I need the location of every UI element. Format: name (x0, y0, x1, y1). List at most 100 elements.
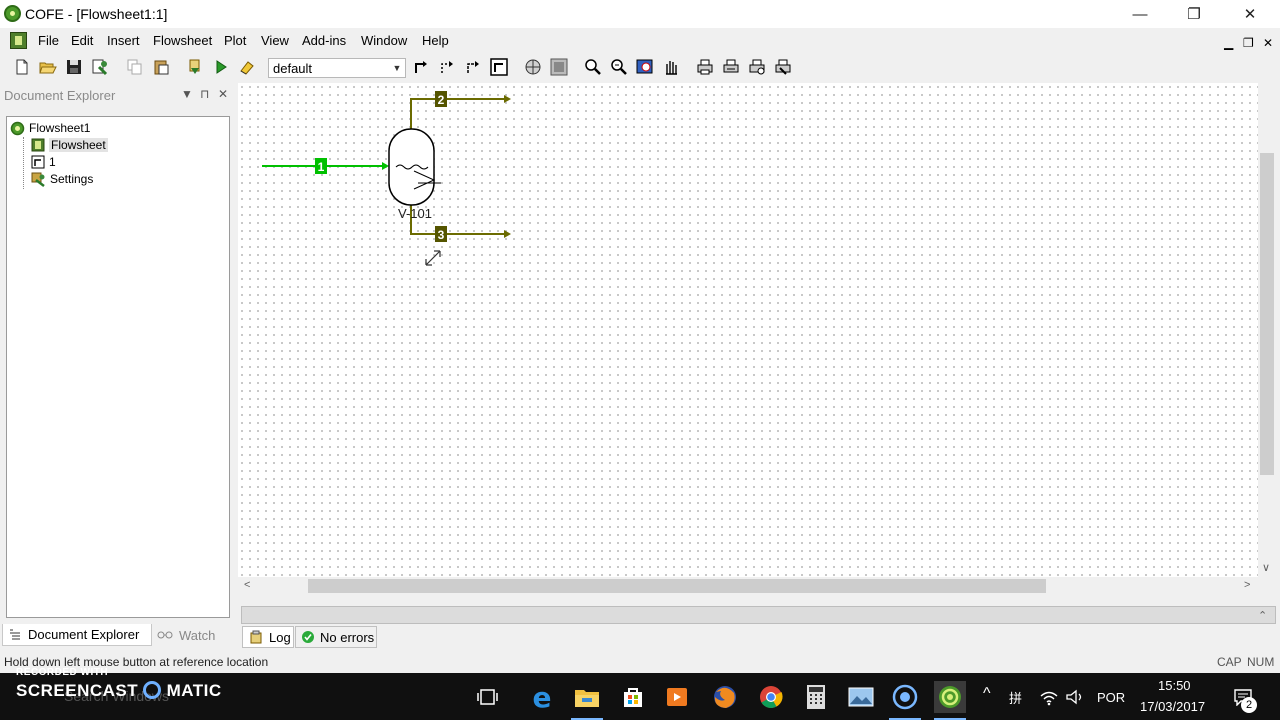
vapor-stream-2[interactable]: 2 (410, 91, 511, 129)
clear-icon[interactable] (237, 57, 257, 77)
energy-stream-icon[interactable] (437, 57, 457, 77)
info-stream-icon[interactable] (463, 57, 483, 77)
validate-icon[interactable] (185, 57, 205, 77)
flash-drum-v101[interactable]: V-101 (388, 128, 441, 221)
menu-view[interactable]: View (261, 33, 289, 48)
stream-doc-icon (31, 155, 45, 169)
media-player-icon[interactable] (661, 681, 693, 713)
minimize-button[interactable]: — (1117, 0, 1163, 28)
photos-icon[interactable] (845, 681, 877, 713)
menu-file[interactable]: File (38, 33, 59, 48)
flowsheet-root-icon (10, 121, 25, 135)
tree-label-stream-1: 1 (49, 155, 56, 169)
zoom-page-icon[interactable] (583, 57, 603, 77)
stream-label-3: 3 (438, 228, 445, 242)
explorer-close-icon[interactable]: ✕ (218, 87, 228, 101)
document-icon[interactable] (10, 32, 27, 49)
flowsheet-drawing: 1 2 3 V-101 (262, 91, 511, 266)
tab-label-log: Log (269, 629, 291, 645)
unit-system-select[interactable]: default ▼ (268, 58, 406, 78)
firefox-icon[interactable] (709, 681, 741, 713)
mdi-restore-button[interactable]: ❐ (1243, 36, 1254, 50)
explorer-menu-icon[interactable]: ▼ (181, 87, 193, 101)
tree-item-flowsheet1[interactable]: Flowsheet1 (10, 120, 90, 136)
notification-badge: 2 (1241, 697, 1257, 713)
stream-icon[interactable] (411, 57, 431, 77)
tab-document-explorer[interactable]: Document Explorer (2, 624, 152, 646)
tree-item-settings[interactable]: Settings (31, 171, 93, 187)
file-explorer-icon[interactable] (571, 681, 603, 720)
zoom-window-icon[interactable] (635, 57, 655, 77)
screencast-watermark-word2: MATIC (166, 681, 222, 700)
menu-flowsheet[interactable]: Flowsheet (153, 33, 212, 48)
new-icon[interactable] (12, 57, 32, 77)
tree-label-flowsheet: Flowsheet (49, 138, 108, 152)
pin-icon[interactable]: ⊓ (200, 87, 209, 101)
print-icon[interactable] (695, 57, 715, 77)
tab-no-errors[interactable]: No errors (295, 626, 377, 648)
edge-icon[interactable]: e (526, 681, 558, 713)
print-setup-icon[interactable] (721, 57, 741, 77)
menu-window[interactable]: Window (361, 33, 407, 48)
cofe-taskbar-icon[interactable] (934, 681, 966, 720)
tab-watch[interactable]: Watch (155, 624, 230, 646)
task-view-icon[interactable] (471, 681, 503, 713)
volume-icon[interactable] (1065, 689, 1085, 705)
screencast-app-icon[interactable] (889, 681, 921, 720)
horizontal-scroll-thumb[interactable] (308, 579, 1046, 593)
export-icon[interactable] (773, 57, 793, 77)
scroll-right-icon[interactable]: > (1244, 579, 1250, 591)
vertical-scroll-thumb[interactable] (1260, 153, 1274, 475)
scroll-left-icon[interactable]: < (244, 579, 250, 591)
close-button[interactable]: ✕ (1227, 0, 1273, 28)
scroll-down-icon[interactable]: ∨ (1262, 561, 1270, 574)
menu-plot[interactable]: Plot (224, 33, 246, 48)
tab-log[interactable]: Log (242, 626, 294, 648)
pan-icon[interactable] (661, 57, 681, 77)
open-icon[interactable] (38, 57, 58, 77)
clock-date[interactable]: 17/03/2017 (1140, 699, 1205, 714)
status-bar: Hold down left mouse button at reference… (0, 652, 1280, 673)
tree-view-icon (10, 629, 20, 639)
tree-item-stream-1[interactable]: 1 (31, 154, 56, 170)
cofe-app-icon[interactable] (4, 5, 21, 22)
print-preview-icon[interactable] (747, 57, 767, 77)
store-icon[interactable] (617, 681, 649, 713)
mdi-close-button[interactable]: ✕ (1263, 36, 1273, 50)
feed-stream-1[interactable]: 1 (262, 158, 389, 174)
paste-icon[interactable] (151, 57, 171, 77)
panel-collapse-icon[interactable]: ⌃ (1258, 609, 1267, 622)
run-icon[interactable] (211, 57, 231, 77)
copy-icon[interactable] (125, 57, 145, 77)
screencast-logo-icon (143, 681, 162, 699)
menu-add-ins[interactable]: Add-ins (302, 33, 346, 48)
horizontal-scrollbar[interactable]: < > (238, 577, 1258, 595)
menu-edit[interactable]: Edit (71, 33, 93, 48)
menu-help[interactable]: Help (422, 33, 449, 48)
show-hidden-icons-icon[interactable]: ^ (983, 685, 991, 703)
save-icon[interactable] (64, 57, 84, 77)
restore-button[interactable]: ❐ (1171, 0, 1217, 28)
unit-icon[interactable] (523, 57, 543, 77)
wifi-icon[interactable] (1040, 690, 1058, 706)
reverse-stream-icon[interactable] (489, 57, 509, 77)
vertical-scrollbar[interactable]: ∨ (1258, 83, 1276, 577)
explorer-tabs: Document Explorer Watch (0, 622, 235, 648)
stream-label-1: 1 (318, 160, 325, 174)
calculator-icon[interactable] (800, 681, 832, 713)
properties-icon[interactable] (90, 57, 110, 77)
chrome-icon[interactable] (755, 681, 787, 713)
mdi-minimize-button[interactable]: ▁ (1224, 36, 1233, 50)
menu-insert[interactable]: Insert (107, 33, 140, 48)
language-bar-icon[interactable]: 拼 (1009, 688, 1022, 707)
resize-cursor-icon (425, 250, 441, 266)
zoom-in-icon[interactable] (609, 57, 629, 77)
zoom-fit-icon[interactable] (549, 57, 569, 77)
language-indicator[interactable]: POR (1097, 690, 1125, 705)
clock-time[interactable]: 15:50 (1158, 678, 1191, 693)
flowsheet-canvas[interactable]: 1 2 3 V-101 (238, 83, 1258, 577)
stream-label-2: 2 (438, 93, 445, 107)
chevron-down-icon[interactable]: ▼ (390, 60, 404, 76)
check-icon (302, 631, 314, 643)
tree-item-flowsheet[interactable]: Flowsheet (31, 137, 108, 153)
